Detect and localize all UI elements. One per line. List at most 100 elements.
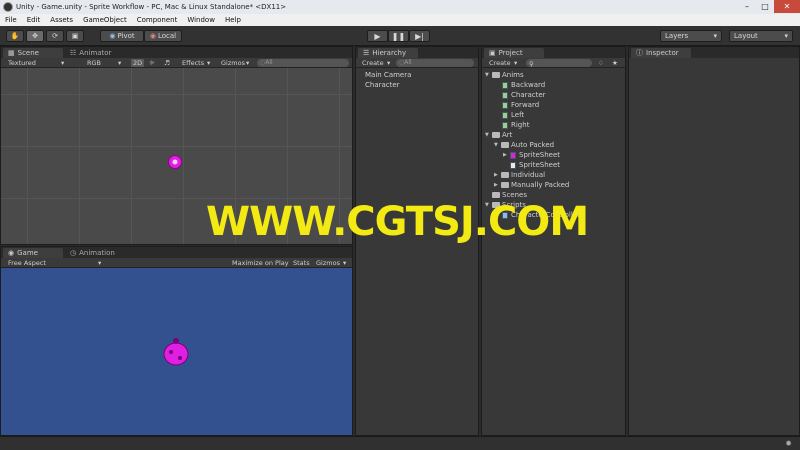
folder-icon — [501, 182, 509, 188]
game-panel: ◉ Game ◷ Animation Free Aspect ▾ Maximiz… — [0, 246, 353, 436]
hierarchy-search-input[interactable]: ◌All — [396, 59, 474, 67]
layout-dropdown[interactable]: Layout ▾ — [729, 30, 793, 42]
stats-toggle[interactable]: Stats — [293, 259, 310, 267]
project-folder-art[interactable]: ▼ Art — [485, 131, 512, 139]
animation-clip-icon — [502, 101, 508, 109]
minimize-icon[interactable]: – — [738, 0, 756, 13]
sprite-icon — [510, 151, 516, 159]
tab-project[interactable]: ▣ Project — [484, 48, 544, 58]
project-item-spritesheet-data[interactable]: SpriteSheet — [510, 161, 560, 169]
project-item-spritesheet-packed[interactable]: ▶ SpriteSheet — [503, 151, 560, 159]
folder-icon — [492, 72, 500, 78]
menu-edit[interactable]: Edit — [22, 16, 46, 24]
chevron-down-icon: ▾ — [246, 59, 250, 67]
maximize-on-play-toggle[interactable]: Maximize on Play — [232, 259, 289, 267]
tab-animator[interactable]: ☷ Animator — [65, 48, 125, 58]
animation-clip-icon — [502, 121, 508, 129]
effects-dropdown[interactable]: Effects — [182, 59, 204, 67]
play-button[interactable]: ▶ — [367, 30, 388, 42]
game-gizmos-dropdown[interactable]: Gizmos — [316, 259, 340, 267]
hierarchy-item-character[interactable]: Character — [365, 81, 400, 89]
expand-arrow-icon[interactable]: ▶ — [494, 182, 501, 188]
scale-icon[interactable]: ▣ — [66, 30, 84, 42]
tab-scene-label: Scene — [17, 49, 39, 57]
close-icon[interactable]: ✕ — [774, 0, 800, 13]
status-bar: ✹ — [0, 436, 800, 450]
menu-help[interactable]: Help — [220, 16, 246, 24]
menu-file[interactable]: File — [0, 16, 22, 24]
chevron-down-icon: ▾ — [784, 32, 788, 40]
menu-gameobject[interactable]: GameObject — [78, 16, 132, 24]
folder-icon — [492, 132, 500, 138]
project-item-backward[interactable]: Backward — [502, 81, 545, 89]
chevron-down-icon: ▾ — [514, 59, 518, 67]
animation-icon: ◷ — [70, 249, 77, 257]
tab-project-label: Project — [498, 49, 523, 57]
project-item-left[interactable]: Left — [502, 111, 524, 119]
local-button[interactable]: ◉ Local — [144, 30, 182, 42]
project-search-input[interactable]: ⚲ — [526, 59, 592, 68]
project-subbar: Create ▾ ⚲ ♢ ★ — [482, 58, 625, 68]
project-folder-manually-packed[interactable]: ▶ Manually Packed — [494, 181, 569, 189]
project-folder-auto-packed[interactable]: ▼ Auto Packed — [494, 141, 554, 149]
filter-type-icon[interactable]: ♢ — [598, 59, 604, 67]
step-button[interactable]: ▶| — [409, 30, 430, 42]
pause-button[interactable]: ❚❚ — [388, 30, 409, 42]
tab-animation[interactable]: ◷ Animation — [65, 248, 131, 258]
project-folder-scenes[interactable]: Scenes — [492, 191, 527, 199]
animator-controller-icon — [502, 91, 508, 99]
hand-icon[interactable]: ✋ — [6, 30, 24, 42]
hierarchy-create-dropdown[interactable]: Create — [362, 59, 384, 67]
pivot-button[interactable]: ◉ Pivot — [100, 30, 144, 42]
mode-2d-toggle[interactable]: 2D — [131, 59, 145, 67]
expand-arrow-icon[interactable]: ▶ — [494, 172, 501, 178]
layout-label: Layout — [734, 32, 758, 40]
expand-arrow-icon[interactable]: ▼ — [485, 72, 492, 78]
aspect-dropdown[interactable]: Free Aspect — [8, 259, 46, 267]
menu-component[interactable]: Component — [132, 16, 183, 24]
search-icon: ⚲ — [529, 60, 534, 68]
maximize-icon[interactable]: □ — [756, 0, 774, 13]
shading-dropdown[interactable]: Textured — [8, 59, 36, 67]
folder-icon — [492, 192, 500, 198]
tab-inspector[interactable]: ⓘ Inspector — [631, 48, 691, 58]
project-item-right[interactable]: Right — [502, 121, 529, 129]
hierarchy-item-main-camera[interactable]: Main Camera — [365, 71, 411, 79]
character-game-sprite — [163, 338, 189, 366]
expand-arrow-icon[interactable]: ▼ — [494, 142, 501, 148]
project-item-forward[interactable]: Forward — [502, 101, 539, 109]
tab-scene[interactable]: ▦ Scene — [3, 48, 63, 58]
project-create-dropdown[interactable]: Create — [489, 59, 511, 67]
character-sprite[interactable] — [167, 154, 183, 170]
game-viewport[interactable] — [1, 268, 352, 435]
local-label: Local — [157, 32, 177, 40]
tab-game[interactable]: ◉ Game — [3, 248, 63, 258]
audio-icon[interactable]: ♬ — [164, 59, 170, 67]
unity-logo-icon — [3, 2, 13, 12]
tab-inspector-label: Inspector — [646, 49, 679, 57]
menu-assets[interactable]: Assets — [45, 16, 78, 24]
scene-search-input[interactable]: ◌All — [257, 59, 349, 67]
game-icon: ◉ — [8, 249, 15, 257]
inspector-panel: ⓘ Inspector — [628, 46, 800, 436]
rotate-icon[interactable]: ⟳ — [46, 30, 64, 42]
tab-hierarchy[interactable]: ☰ Hierarchy — [358, 48, 418, 58]
window-controls: – □ ✕ — [738, 0, 800, 14]
gizmos-dropdown[interactable]: Gizmos — [221, 59, 245, 67]
chevron-down-icon: ▾ — [118, 59, 122, 67]
scene-icon: ▦ — [8, 49, 15, 57]
menu-window[interactable]: Window — [182, 16, 220, 24]
info-icon: ⓘ — [636, 49, 643, 57]
expand-arrow-icon[interactable]: ▶ — [503, 152, 510, 158]
watermark-text: WWW.CGTSJ.COM — [206, 199, 589, 245]
expand-arrow-icon[interactable]: ▼ — [485, 132, 492, 138]
move-icon[interactable]: ✥ — [26, 30, 44, 42]
project-folder-anims[interactable]: ▼ Anims — [485, 71, 524, 79]
project-folder-individual[interactable]: ▶ Individual — [494, 171, 545, 179]
filter-label-icon[interactable]: ★ — [612, 59, 618, 67]
render-mode-dropdown[interactable]: RGB — [87, 59, 101, 67]
chevron-down-icon: ▾ — [713, 32, 717, 40]
lighting-icon[interactable]: ☼ — [149, 59, 155, 67]
layers-dropdown[interactable]: Layers ▾ — [660, 30, 722, 42]
project-item-character[interactable]: Character — [502, 91, 546, 99]
